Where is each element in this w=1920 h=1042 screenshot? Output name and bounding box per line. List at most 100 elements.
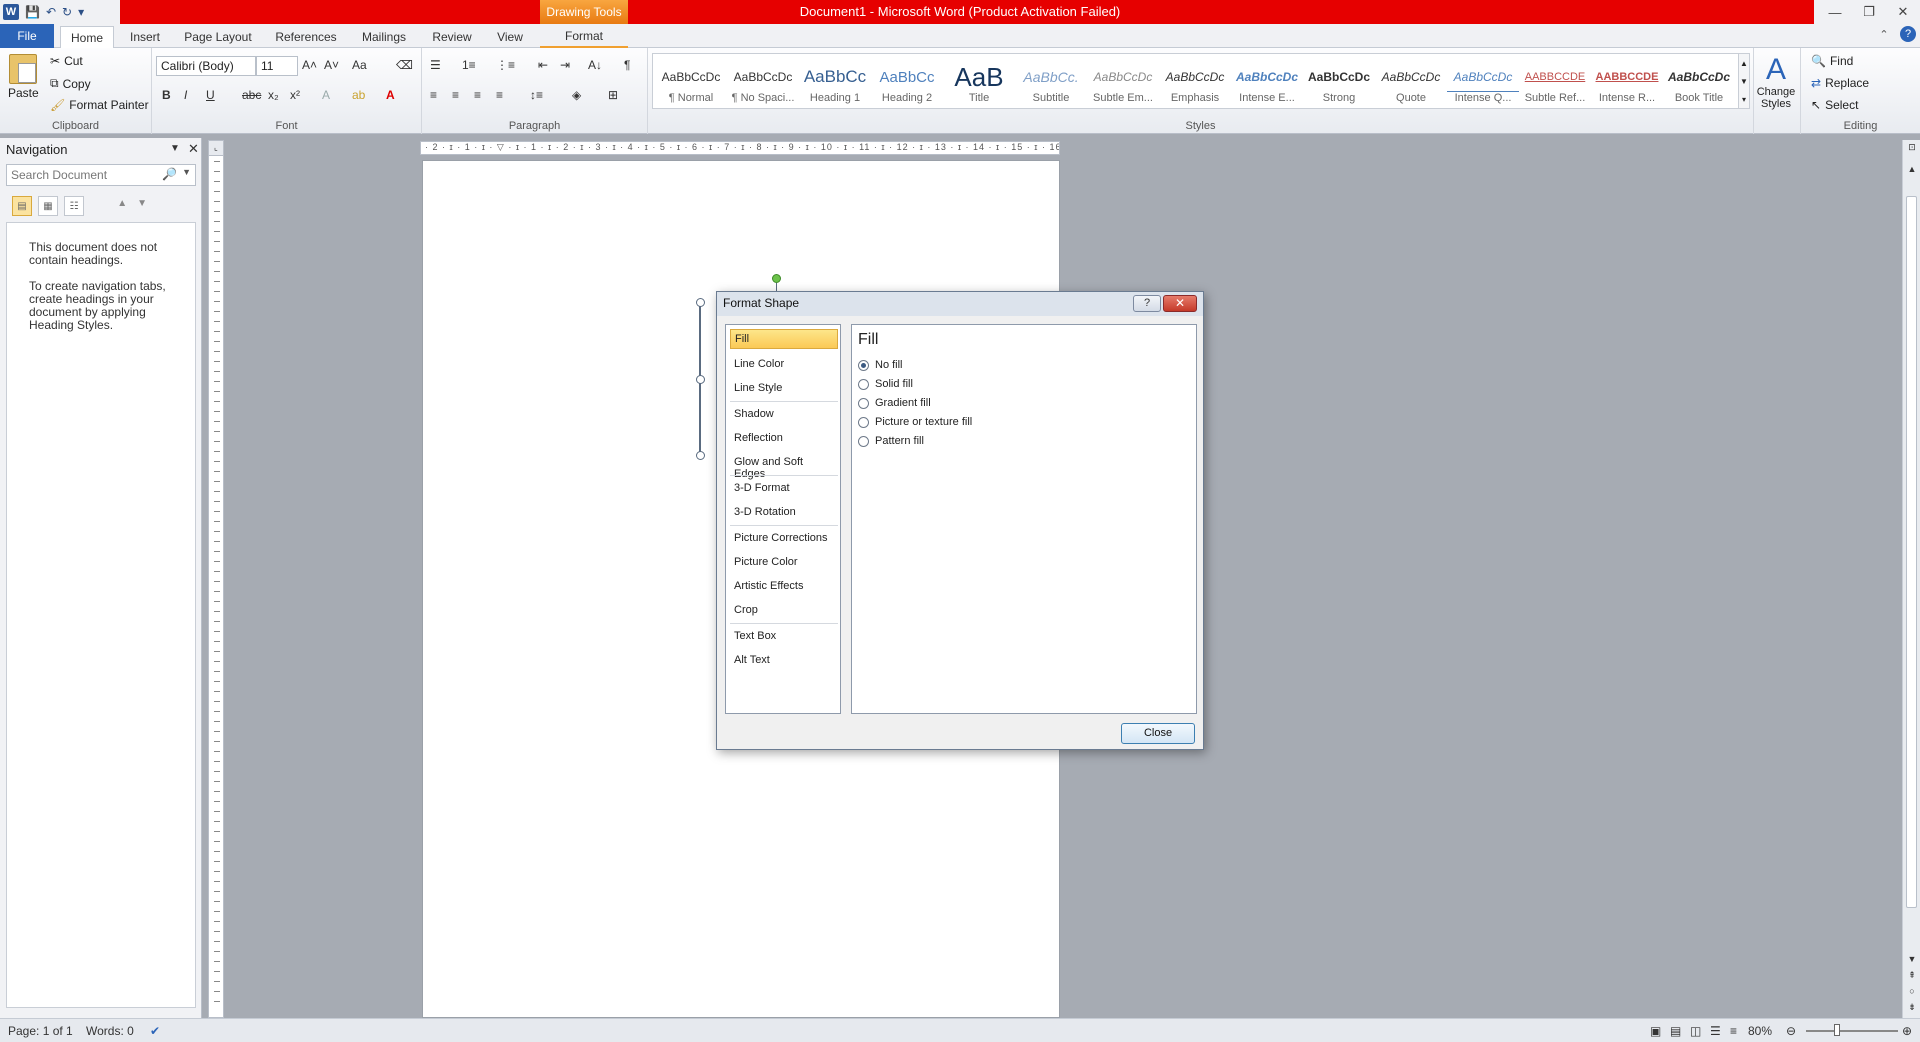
zoom-out-icon[interactable]: ⊖: [1786, 1024, 1796, 1038]
line-spacing-icon[interactable]: ↕≡: [530, 88, 543, 102]
category-glow-soft-edges[interactable]: Glow and Soft Edges: [730, 453, 838, 480]
category-3d-format[interactable]: 3-D Format: [730, 479, 838, 499]
style-intense-quote[interactable]: AaBbCcDc Intense Q...: [1447, 62, 1519, 112]
more-styles-icon[interactable]: ▾: [1742, 95, 1746, 104]
highlight-icon[interactable]: ab: [352, 88, 365, 102]
style-book-title[interactable]: AaBbCcDc Book Title: [1663, 62, 1735, 112]
minimize-button[interactable]: —: [1818, 0, 1852, 24]
style-subtle-reference[interactable]: AABBCCDE Subtle Ref...: [1519, 62, 1591, 112]
show-formatting-marks-icon[interactable]: ¶: [624, 58, 630, 72]
style-intense-emphasis[interactable]: AaBbCcDc Intense E...: [1231, 62, 1303, 112]
style-intense-reference[interactable]: AABBCCDE Intense R...: [1591, 62, 1663, 112]
draft-icon[interactable]: ≡: [1730, 1024, 1737, 1038]
resize-handle-top-left[interactable]: [696, 298, 705, 307]
category-crop[interactable]: Crop: [730, 601, 838, 621]
increase-indent-icon[interactable]: ⇥: [560, 58, 570, 72]
change-case-icon[interactable]: Aa: [352, 58, 367, 72]
picture-texture-fill-radio[interactable]: [858, 416, 869, 428]
tab-review[interactable]: Review: [428, 26, 476, 48]
word-count[interactable]: Words: 0: [86, 1024, 134, 1038]
style-normal[interactable]: AaBbCcDc ¶ Normal: [655, 62, 727, 112]
superscript-icon[interactable]: x²: [290, 88, 300, 102]
tab-format[interactable]: Format: [540, 26, 628, 48]
shading-icon[interactable]: ◈: [572, 88, 581, 102]
borders-icon[interactable]: ⊞: [608, 88, 618, 102]
gradient-fill-option[interactable]: Gradient fill: [858, 395, 931, 411]
solid-fill-option[interactable]: Solid fill: [858, 376, 913, 392]
tab-references[interactable]: References: [270, 26, 342, 48]
minimize-ribbon-icon[interactable]: ⌃: [1876, 26, 1892, 42]
search-options-icon[interactable]: ▼: [182, 167, 191, 177]
zoom-in-icon[interactable]: ⊕: [1902, 1024, 1912, 1038]
pattern-fill-radio[interactable]: [858, 435, 869, 447]
category-text-box[interactable]: Text Box: [730, 627, 838, 647]
category-alt-text[interactable]: Alt Text: [730, 651, 838, 671]
font-name-combo[interactable]: Calibri (Body): [156, 56, 256, 76]
change-styles-button[interactable]: A Change Styles: [1756, 54, 1796, 111]
zoom-level[interactable]: 80%: [1748, 1024, 1772, 1038]
select-button[interactable]: ↖ Select: [1811, 98, 1858, 112]
next-heading-icon[interactable]: ▼: [137, 198, 147, 209]
search-icon[interactable]: 🔎: [162, 167, 177, 181]
find-button[interactable]: 🔍 Find: [1811, 54, 1853, 68]
bold-icon[interactable]: B: [162, 88, 171, 102]
category-line-color[interactable]: Line Color: [730, 355, 838, 375]
chevron-down-icon[interactable]: ▼: [1740, 77, 1748, 86]
grow-font-icon[interactable]: A˄: [302, 58, 317, 72]
font-size-combo[interactable]: 11: [256, 56, 298, 76]
resize-handle-bottom-left[interactable]: [696, 451, 705, 460]
browse-object-icon[interactable]: ○: [1903, 986, 1920, 996]
style-subtle-emphasis[interactable]: AaBbCcDc Subtle Em...: [1087, 62, 1159, 112]
dialog-help-button[interactable]: ?: [1133, 295, 1161, 312]
tab-home[interactable]: Home: [60, 26, 114, 48]
browse-headings-icon[interactable]: ▤: [12, 196, 32, 216]
proofing-icon[interactable]: ✔: [150, 1024, 160, 1038]
numbering-icon[interactable]: 1≡: [462, 58, 476, 72]
style-title[interactable]: AaB Title: [943, 62, 1015, 112]
dialog-close-x-button[interactable]: ✕: [1163, 295, 1197, 312]
solid-fill-radio[interactable]: [858, 378, 869, 390]
vertical-scrollbar[interactable]: ⊡ ▲ ▼ ⇞ ○ ⇟: [1902, 140, 1920, 1018]
restore-button[interactable]: ❐: [1852, 0, 1886, 24]
style-quote[interactable]: AaBbCcDc Quote: [1375, 62, 1447, 112]
close-button[interactable]: Close: [1121, 723, 1195, 744]
close-pane-icon[interactable]: ✕: [188, 141, 199, 157]
sort-icon[interactable]: A↓: [588, 58, 602, 72]
format-painter-button[interactable]: 🖌 Format Painter: [50, 98, 149, 112]
chevron-up-icon[interactable]: ▲: [1740, 59, 1748, 68]
multilevel-list-icon[interactable]: ⋮≡: [496, 58, 515, 72]
rotation-handle[interactable]: [772, 274, 781, 283]
style-subtitle[interactable]: AaBbCc. Subtitle: [1015, 62, 1087, 112]
underline-icon[interactable]: U: [206, 88, 215, 102]
no-fill-option[interactable]: No fill: [858, 357, 903, 373]
copy-button[interactable]: ⧉ Copy: [50, 76, 91, 91]
style-no-spacing[interactable]: AaBbCcDc ¶ No Spaci...: [727, 62, 799, 112]
scroll-thumb[interactable]: [1906, 196, 1917, 908]
tab-insert[interactable]: Insert: [124, 26, 166, 48]
full-screen-reading-icon[interactable]: ▤: [1670, 1024, 1681, 1038]
category-fill[interactable]: Fill: [730, 329, 838, 349]
align-right-icon[interactable]: ≡: [474, 88, 481, 102]
zoom-slider-thumb[interactable]: [1834, 1024, 1840, 1036]
picture-texture-fill-option[interactable]: Picture or texture fill: [858, 414, 972, 430]
print-layout-icon[interactable]: ▣: [1650, 1024, 1661, 1038]
browse-results-icon[interactable]: ☷: [64, 196, 84, 216]
next-page-icon[interactable]: ⇟: [1903, 1002, 1920, 1013]
previous-heading-icon[interactable]: ▲: [117, 198, 127, 209]
text-effects-icon[interactable]: A: [322, 88, 330, 102]
help-icon[interactable]: ?: [1900, 26, 1916, 42]
styles-gallery-scroll[interactable]: ▲ ▼ ▾: [1738, 53, 1750, 109]
category-line-style[interactable]: Line Style: [730, 379, 838, 399]
window-close-button[interactable]: ✕: [1886, 0, 1920, 24]
style-heading-2[interactable]: AaBbCc Heading 2: [871, 62, 943, 112]
tab-file[interactable]: File: [0, 24, 54, 48]
gradient-fill-radio[interactable]: [858, 397, 869, 409]
shrink-font-icon[interactable]: A˅: [324, 58, 339, 72]
strikethrough-icon[interactable]: abc: [242, 88, 261, 102]
search-document-input[interactable]: Search Document 🔎 ▼: [6, 164, 196, 186]
subscript-icon[interactable]: x₂: [268, 88, 279, 102]
align-center-icon[interactable]: ≡: [452, 88, 459, 102]
scroll-up-icon[interactable]: ▲: [1903, 164, 1920, 174]
tab-view[interactable]: View: [492, 26, 528, 48]
pattern-fill-option[interactable]: Pattern fill: [858, 433, 924, 449]
